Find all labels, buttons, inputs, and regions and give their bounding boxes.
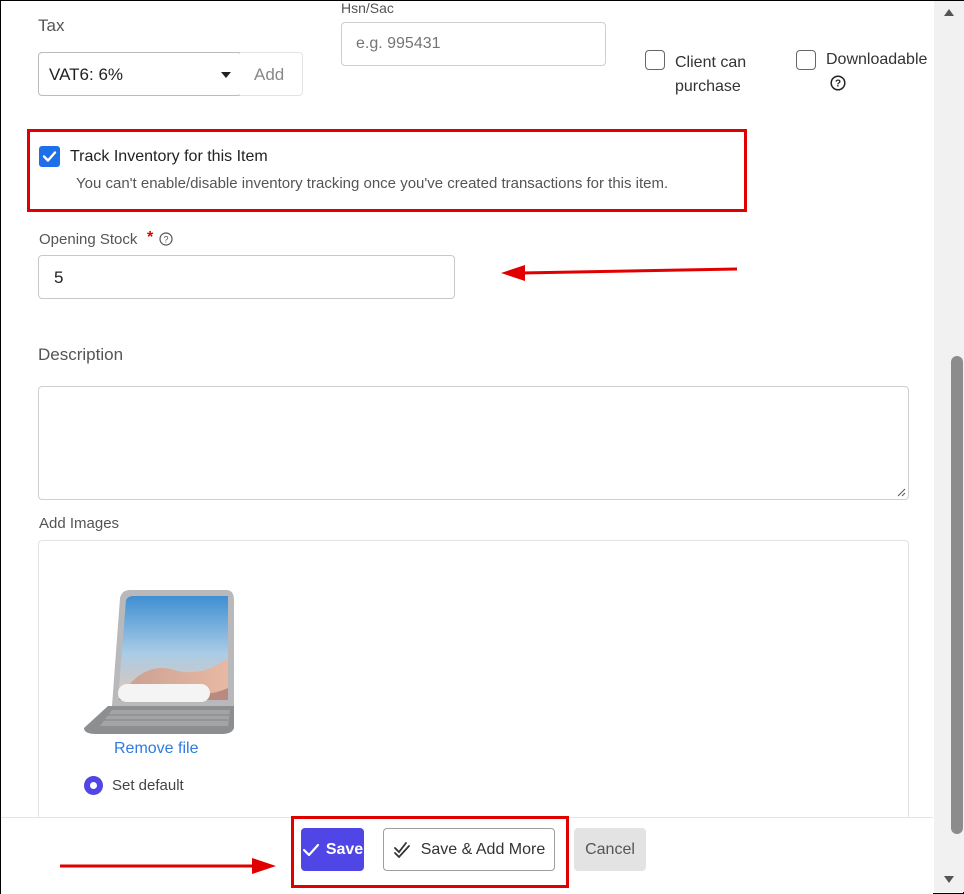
required-mark: * (147, 229, 154, 246)
client-can-purchase-label: Client can purchase (675, 51, 746, 99)
client-can-purchase-line2: purchase (675, 78, 741, 95)
track-inventory-hint: You can't enable/disable inventory track… (76, 175, 669, 192)
track-inventory-checkbox[interactable] (39, 146, 60, 167)
downloadable-label: Downloadable (826, 51, 928, 68)
add-images-label: Add Images (39, 515, 120, 532)
remove-file-link[interactable]: Remove file (114, 740, 198, 758)
opening-stock-input[interactable]: 5 (38, 255, 455, 299)
save-add-more-label: Save & Add More (420, 840, 546, 858)
cancel-button[interactable]: Cancel (574, 828, 646, 871)
client-can-purchase-checkbox[interactable] (645, 50, 665, 70)
help-icon[interactable]: ? (830, 75, 846, 91)
description-label: Description (38, 345, 124, 364)
check-icon (42, 151, 57, 162)
tax-select-value: VAT6: 6% (49, 65, 124, 84)
opening-stock-value: 5 (54, 268, 64, 287)
laptop-image (84, 590, 234, 734)
resize-handle-icon[interactable] (896, 487, 906, 497)
scroll-down-icon[interactable] (944, 876, 954, 883)
save-label: Save (325, 840, 364, 858)
hsn-input[interactable] (341, 22, 606, 66)
description-textarea[interactable] (38, 386, 909, 500)
save-add-more-button[interactable]: Save & Add More (383, 828, 555, 871)
tax-add-button[interactable]: Add (240, 52, 303, 96)
svg-text:?: ? (835, 79, 841, 90)
tax-add-label: Add (254, 65, 285, 84)
cancel-label: Cancel (585, 840, 635, 858)
save-button[interactable]: Save (301, 828, 364, 871)
check-icon (302, 843, 319, 856)
tax-label: Tax (38, 16, 65, 35)
scroll-up-icon[interactable] (944, 9, 954, 16)
help-icon[interactable]: ? (159, 232, 173, 246)
client-can-purchase-line1: Client can (675, 54, 747, 71)
hsn-label: Hsn/Sac (341, 0, 394, 16)
set-default-label: Set default (112, 777, 184, 794)
scrollbar[interactable] (934, 1, 964, 892)
annotation-arrow (501, 265, 738, 281)
svg-text:?: ? (163, 234, 168, 244)
set-default-radio[interactable] (84, 776, 103, 795)
tax-select[interactable]: VAT6: 6% (38, 52, 242, 96)
opening-stock-label: Opening Stock (39, 231, 138, 248)
chevron-down-icon (221, 72, 231, 78)
scrollbar-thumb[interactable] (951, 356, 963, 834)
radio-dot (90, 782, 97, 789)
downloadable-checkbox[interactable] (796, 50, 816, 70)
track-inventory-label: Track Inventory for this Item (70, 148, 268, 165)
annotation-arrow (60, 858, 276, 874)
double-check-icon (393, 841, 410, 858)
track-inventory-highlight (27, 129, 747, 212)
